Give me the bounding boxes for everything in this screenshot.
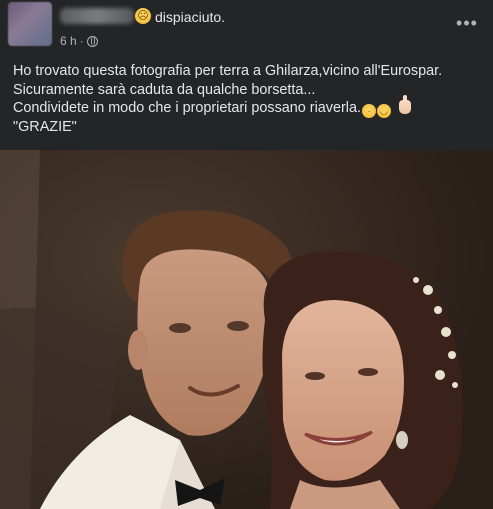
post-line-3-wrap: Condividete in modo che i proprietari po… [13, 95, 483, 118]
sad-relieved-face-icon: · [361, 104, 376, 118]
more-options-button[interactable]: ••• [455, 14, 479, 38]
post-line-3: Condividete in modo che i proprietari po… [13, 100, 361, 116]
post-line-2: Sicuramente sarà caduta da qualche borse… [13, 81, 316, 98]
meta-separator: · [79, 34, 84, 48]
couple-photograph [0, 150, 493, 509]
post-line-4: "GRAZIE" [13, 119, 77, 135]
raised-hand-icon [398, 95, 411, 114]
more-horizontal-icon: ••• [456, 13, 478, 33]
post-message: Ho trovato questa fotografia per terra a… [13, 62, 483, 137]
sad-face-icon: ☹ [135, 8, 151, 24]
avatar[interactable] [8, 2, 52, 46]
post-line-1: Ho trovato questa fotografia per terra a… [13, 63, 443, 79]
globe-icon[interactable] [86, 35, 98, 47]
post-photo[interactable] [0, 150, 493, 509]
post-meta: 6 h · [60, 34, 98, 48]
smiling-face-icon: ◡ [376, 104, 391, 118]
author-name-blurred[interactable] [60, 8, 134, 24]
post-header: ☹ dispiaciuto. 6 h · ••• [0, 0, 493, 56]
feeling-label: dispiaciuto. [155, 9, 226, 25]
timestamp[interactable]: 6 h [60, 34, 77, 48]
facebook-post: ☹ dispiaciuto. 6 h · ••• Ho trovato ques… [0, 0, 493, 509]
